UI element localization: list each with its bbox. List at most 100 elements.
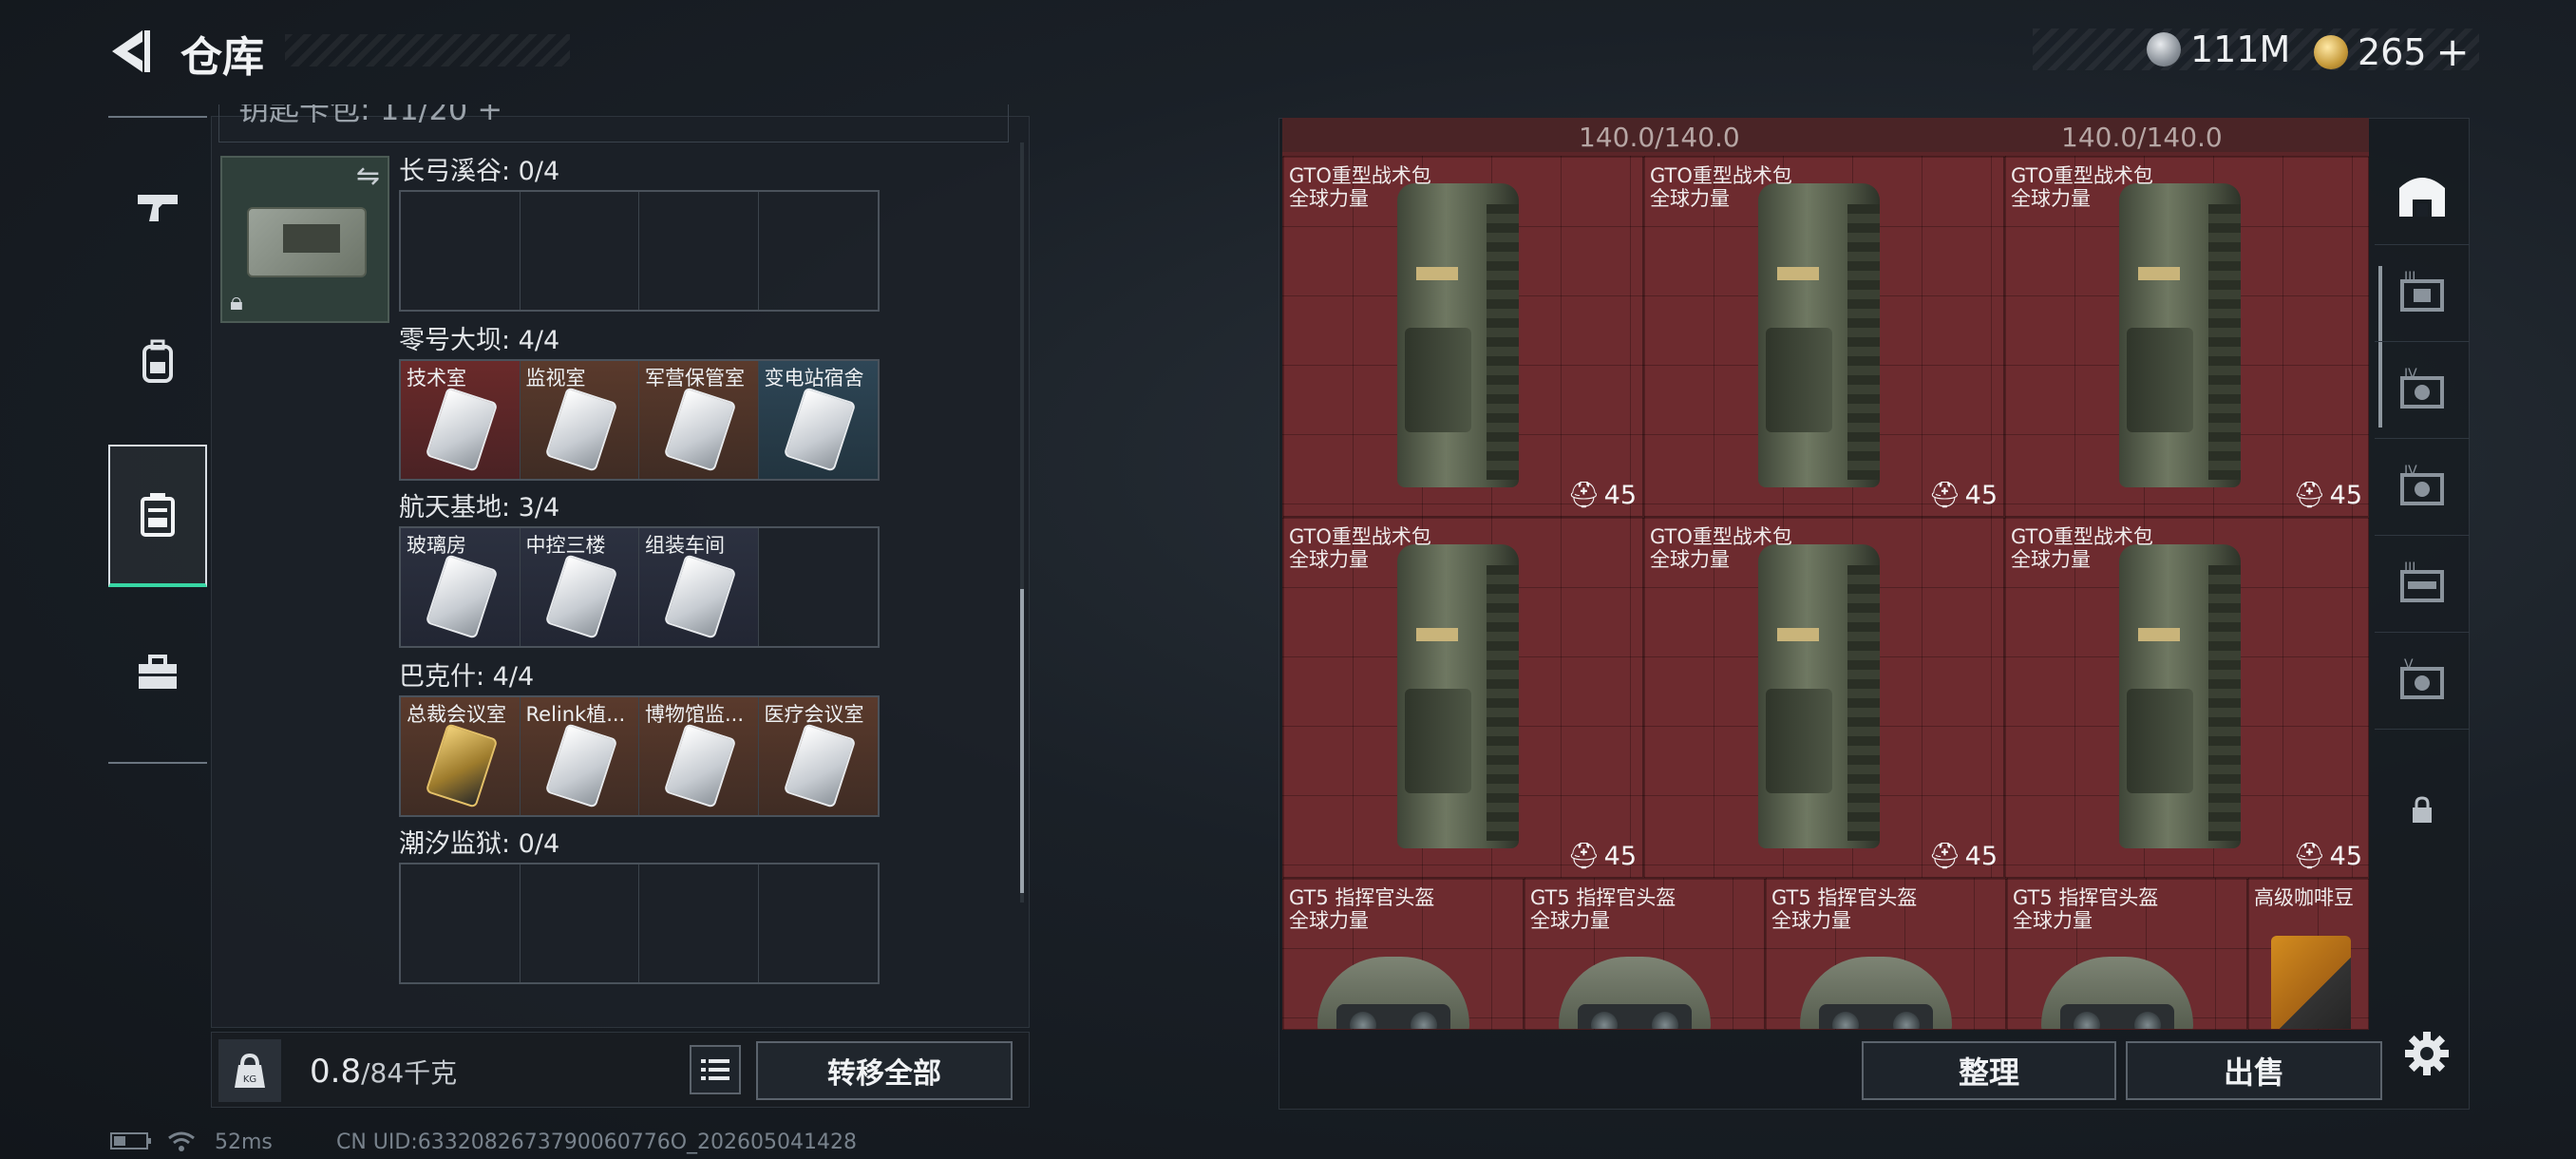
keycard-bag-header: 钥匙卡包: 11/20 + [218, 104, 1009, 142]
capacity-readout: 140.0/140.0 [1579, 122, 1740, 153]
stash-item-backpack[interactable]: GTO重型战术包 全球力量 ⛑︎ 45 [1282, 156, 1643, 517]
keycard-image [663, 554, 737, 639]
nav-gear[interactable] [108, 291, 207, 433]
section-label-brakkesh: 巴克什: 4/4 [399, 662, 535, 692]
keycard-slot[interactable] [759, 864, 879, 982]
item-faction: 全球力量 [2011, 187, 2091, 210]
stash-item-helmet[interactable]: GT5 指挥官头盔 全球力量 [1524, 878, 1765, 1030]
keycard-name: Relink植... [525, 703, 626, 726]
stash-item-backpack[interactable]: GTO重型战术包 全球力量 ⛑︎ 45 [1643, 517, 2004, 878]
nav-tools[interactable] [108, 602, 207, 745]
helmet-icon: ⛑︎ [1567, 481, 1601, 510]
stash-item-helmet[interactable]: GT5 指挥官头盔 全球力量 [2006, 878, 2247, 1030]
tab-storage-1[interactable]: III [2375, 245, 2470, 342]
item-faction: 全球力量 [1650, 548, 1730, 571]
keycard-slot[interactable] [521, 192, 639, 310]
silver-coin-icon [2147, 32, 2181, 66]
tab-storage-4[interactable]: III [2375, 536, 2470, 633]
swap-icon[interactable]: ⇋ [356, 160, 380, 193]
helmet-icon: ⛑︎ [2293, 481, 2326, 510]
tab-storage-home[interactable] [2375, 142, 2470, 245]
tab-storage-2[interactable]: IV [2375, 342, 2470, 439]
left-scroll-thumb[interactable] [1020, 589, 1024, 893]
keycard-slot[interactable]: 技术室 [401, 361, 521, 479]
keycard-slot[interactable] [401, 192, 521, 310]
backpack-image [1388, 537, 1530, 850]
storage-IV-icon: IV [2400, 367, 2444, 408]
nav-keycards[interactable] [108, 445, 207, 587]
helmet-image [1559, 957, 1711, 1029]
keycard-slot[interactable] [639, 864, 759, 982]
back-button[interactable] [104, 27, 161, 76]
sell-button[interactable]: 出售 [2126, 1041, 2382, 1100]
item-faction: 全球力量 [2011, 548, 2091, 571]
keycard-slot[interactable]: 博物馆监... [639, 697, 759, 815]
stash-item-backpack[interactable]: GTO重型战术包 全球力量 ⛑︎ 45 [2004, 517, 2369, 878]
durability-value: 45 [1964, 480, 1998, 510]
tab-locked[interactable] [2375, 730, 2470, 891]
keycard-name: 技术室 [407, 367, 466, 390]
backpack-image [2110, 176, 2252, 489]
durability-value: 45 [1603, 841, 1637, 871]
keycard-name: 博物馆监... [645, 703, 745, 726]
backpack-image [1749, 537, 1891, 850]
lock-icon: 🔒︎ [230, 288, 243, 316]
currency-silver: 111M [2147, 28, 2290, 70]
stash-item-coffee[interactable]: 高级咖啡豆 [2247, 878, 2369, 1030]
durability: ⛑︎ 45 [1928, 480, 1998, 511]
keycard-slot[interactable] [639, 192, 759, 310]
stash-item-backpack[interactable]: GTO重型战术包 全球力量 ⛑︎ 45 [2004, 156, 2369, 517]
keycard-slot[interactable]: 组装车间 [639, 528, 759, 646]
backpack-image [1749, 176, 1891, 489]
keycard-slot[interactable]: 医疗会议室 [758, 697, 878, 815]
stash-item-backpack[interactable]: GTO重型战术包 全球力量 ⛑︎ 45 [1643, 156, 2004, 517]
backpack-image [1388, 176, 1530, 489]
keycard-slot[interactable] [401, 864, 521, 982]
tab-storage-3[interactable]: IV [2375, 439, 2470, 536]
keycard-slot[interactable]: 军营保管室 [639, 361, 759, 479]
stash-item-helmet[interactable]: GT5 指挥官头盔 全球力量 [1765, 878, 2006, 1030]
keycard-slot[interactable] [521, 864, 639, 982]
transfer-all-button[interactable]: 转移全部 [756, 1041, 1013, 1100]
keycard-slot[interactable] [759, 528, 879, 646]
durability-value: 45 [1964, 841, 1998, 871]
keycard-slot[interactable] [759, 192, 879, 310]
keycard-image [663, 387, 737, 472]
settings-button[interactable] [2394, 1020, 2460, 1087]
section-slots-longbow [399, 190, 880, 312]
keycard-name: 组装车间 [645, 534, 725, 557]
tab-storage-5[interactable]: V [2375, 633, 2470, 730]
keycard-slot[interactable]: Relink植... [520, 697, 639, 815]
svg-text:IV: IV [2404, 367, 2417, 382]
item-faction: 全球力量 [1289, 187, 1369, 210]
keycard-slot[interactable]: 总裁会议室 [401, 697, 521, 815]
keycard-slot[interactable]: 玻璃房 [401, 528, 521, 646]
durability: ⛑︎ 45 [1567, 841, 1637, 872]
stash-item-backpack[interactable]: GTO重型战术包 全球力量 ⛑︎ 45 [1282, 517, 1643, 878]
sort-button[interactable]: 整理 [1862, 1041, 2116, 1100]
item-faction: 全球力量 [1289, 548, 1369, 571]
wifi-icon [167, 1130, 196, 1159]
nav-weapons[interactable] [108, 137, 207, 279]
item-faction: 全球力量 [1289, 909, 1369, 932]
durability: ⛑︎ 45 [2293, 480, 2362, 511]
svg-text:III: III [2404, 270, 2415, 285]
stash-item-helmet[interactable]: GT5 指挥官头盔 全球力量 [1282, 878, 1524, 1030]
item-faction: 全球力量 [1771, 909, 1851, 932]
durability: ⛑︎ 45 [2293, 841, 2362, 872]
keycard-name: 监视室 [525, 367, 586, 390]
weight-max: /84千克 [361, 1057, 458, 1089]
weight-readout: 0.8/84千克 [310, 1053, 457, 1091]
keycard-bag-slot[interactable]: ⇋ 🔒︎ [220, 156, 389, 323]
keycard-image [425, 554, 499, 639]
keycard-slot[interactable]: 监视室 [520, 361, 639, 479]
add-currency-button[interactable]: + [2436, 28, 2470, 75]
helmet-icon: ⛑︎ [1567, 842, 1601, 871]
keycard-slot[interactable]: 中控三楼 [520, 528, 639, 646]
item-name: 高级咖啡豆 [2254, 886, 2354, 909]
durability: ⛑︎ 45 [1567, 480, 1637, 511]
storage-III-icon: III [2400, 560, 2444, 602]
list-view-button[interactable] [690, 1045, 741, 1094]
section-label-longbow: 长弓溪谷: 0/4 [399, 157, 560, 186]
keycard-slot[interactable]: 变电站宿舍 [758, 361, 878, 479]
